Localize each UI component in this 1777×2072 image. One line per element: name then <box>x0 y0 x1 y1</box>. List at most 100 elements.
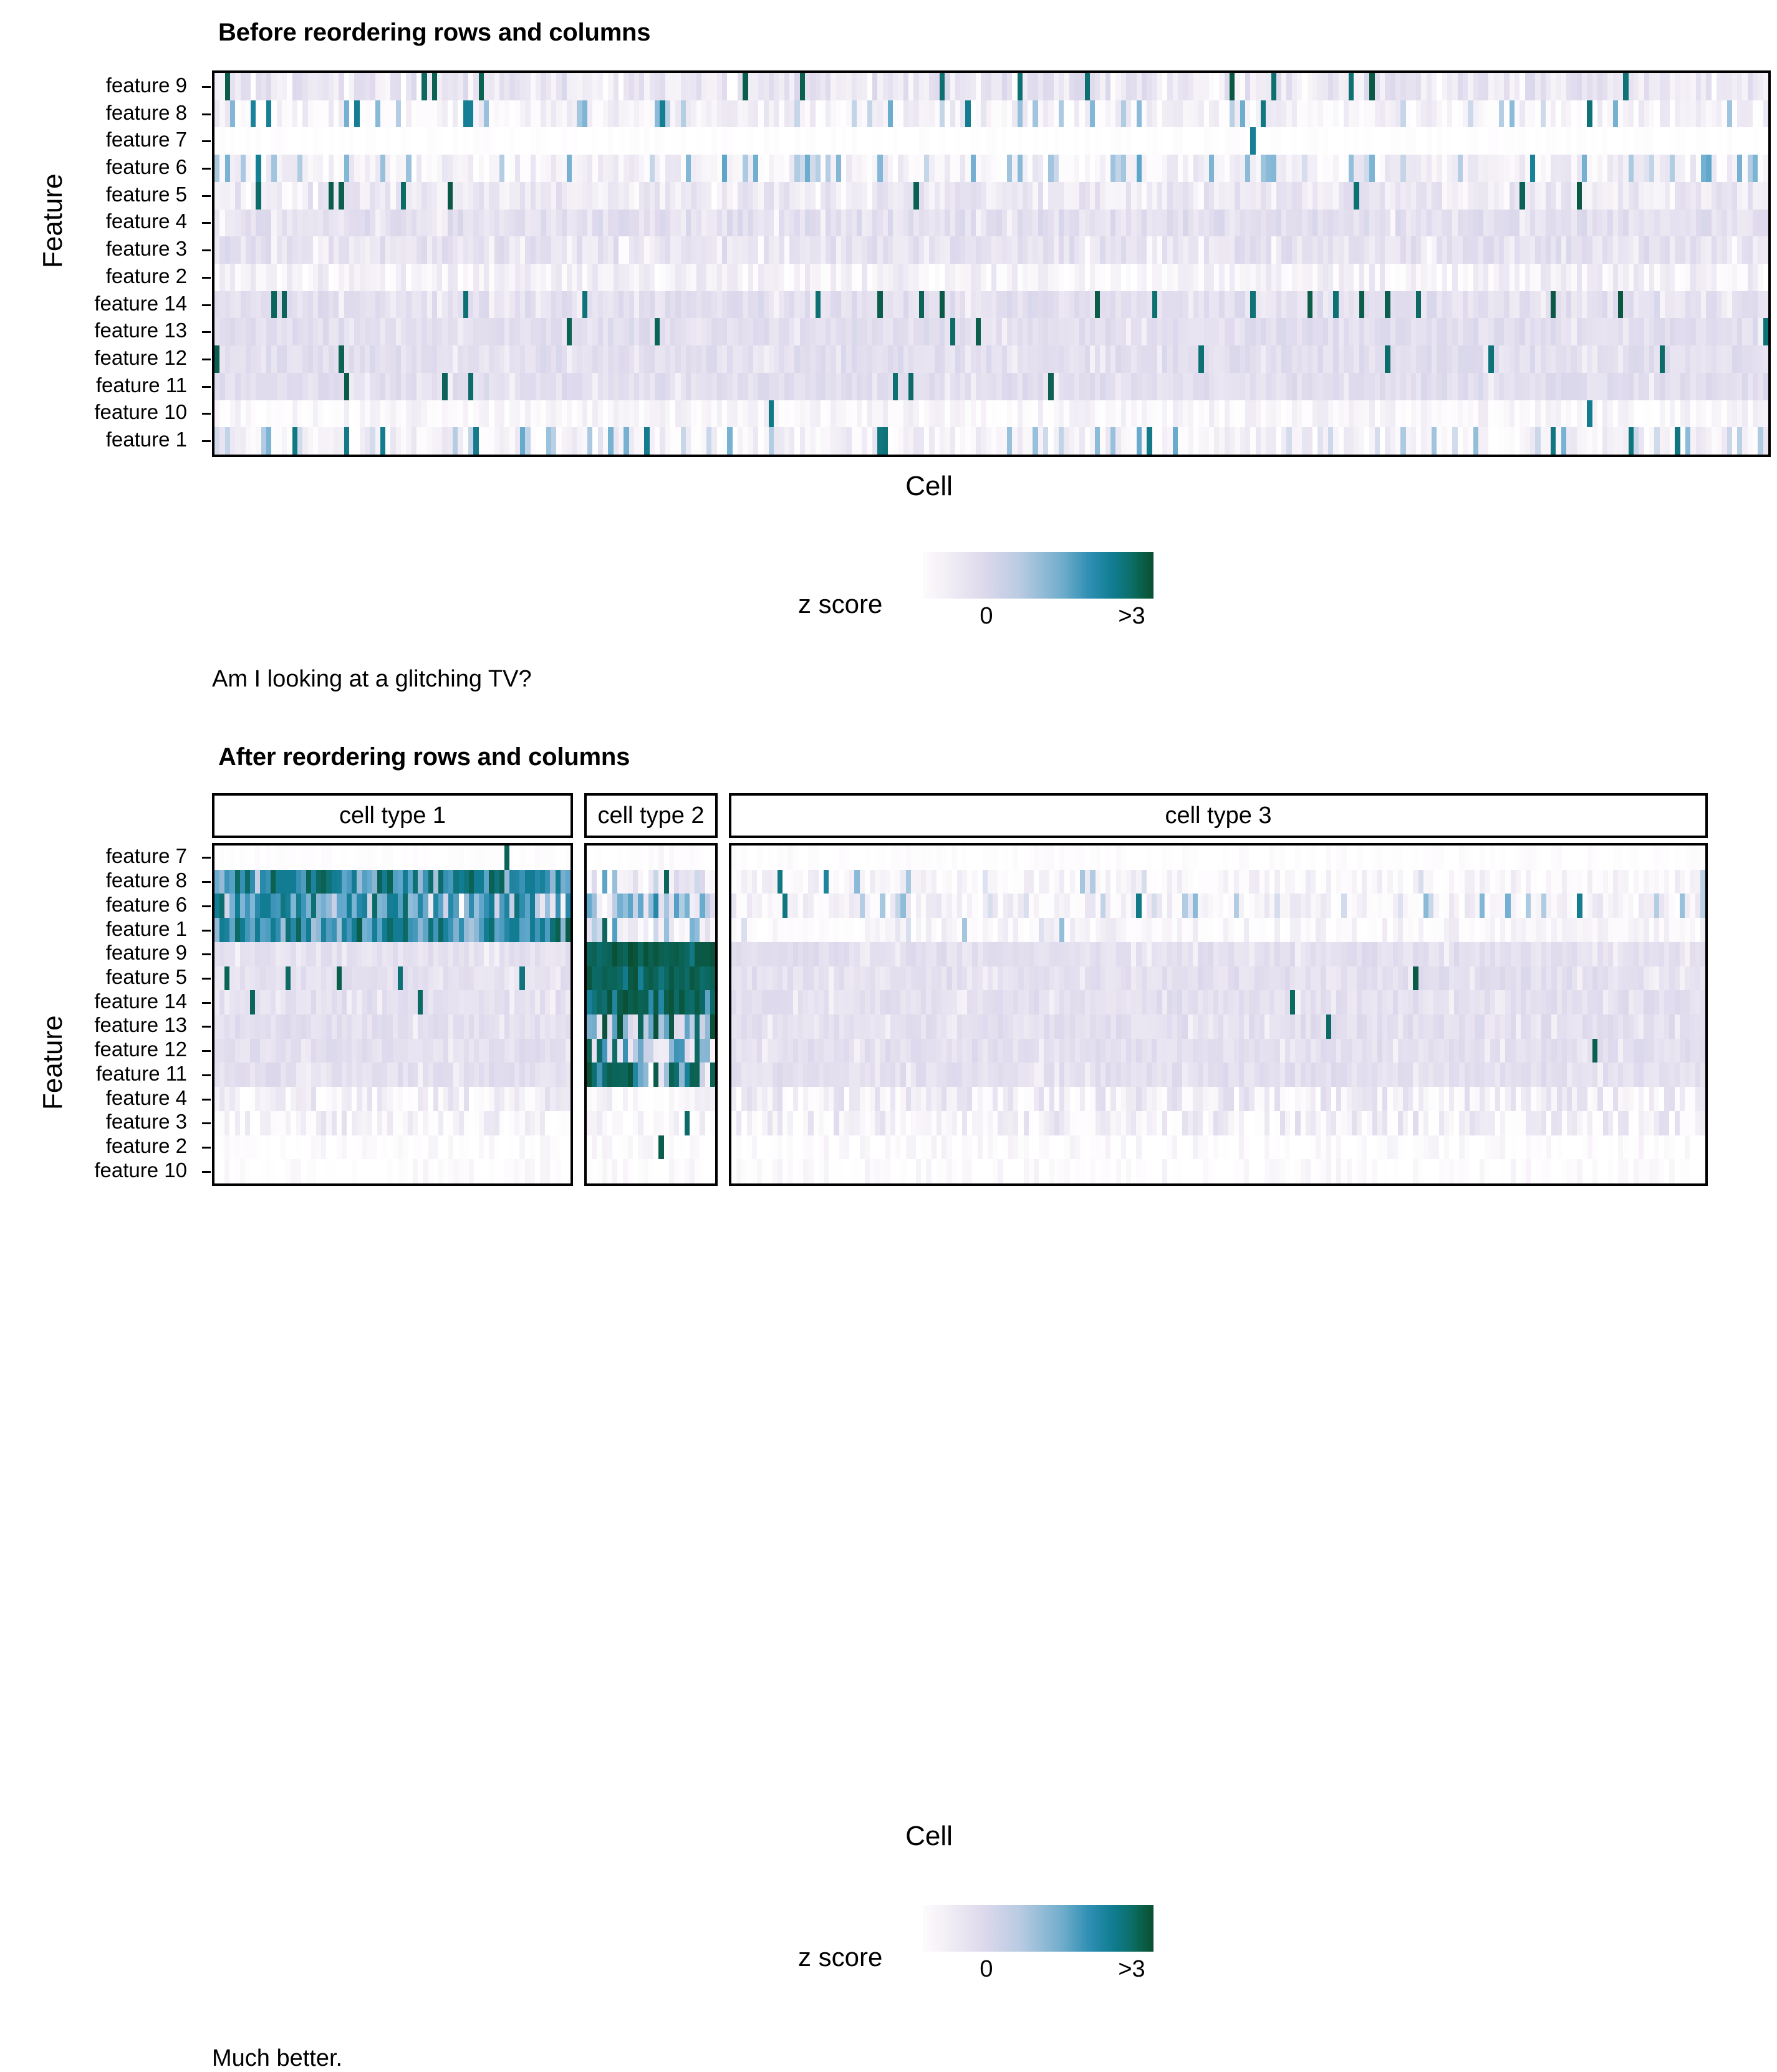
heatmap-cell <box>566 966 571 991</box>
heatmap-facet-1[interactable] <box>212 843 573 1186</box>
y-tick-mark <box>202 140 211 142</box>
y-tick-mark <box>202 304 211 306</box>
heatmap-row <box>214 291 1768 319</box>
y-tick-mark <box>202 222 211 224</box>
heatmap-cell <box>1763 373 1769 400</box>
facet-strip-1: cell type 1 <box>212 793 573 838</box>
heatmap-row <box>214 894 571 918</box>
legend-before: z score 0 >3 <box>798 539 1235 645</box>
y-tick-mark <box>202 413 211 415</box>
y-tick-mark <box>202 86 211 88</box>
y-tick-label: feature 10 <box>94 402 187 422</box>
heatmap-cell <box>1763 73 1769 100</box>
y-tick-mark <box>202 249 211 251</box>
y-tick-label: feature 9 <box>106 942 187 963</box>
heatmap-cell <box>1763 291 1769 319</box>
heatmap-cell <box>1763 100 1769 128</box>
heatmap-row <box>214 345 1768 373</box>
heatmap-cell <box>566 846 571 870</box>
heatmap-before[interactable] <box>212 70 1771 457</box>
heatmap-cell <box>566 990 571 1014</box>
y-tick-labels-after: feature 7feature 8feature 6feature 1feat… <box>0 736 206 1328</box>
y-tick-mark <box>202 1147 211 1149</box>
y-tick-mark <box>202 168 211 170</box>
heatmap-cell <box>1763 264 1769 291</box>
heatmap-row <box>214 210 1768 237</box>
heatmap-row <box>214 127 1768 155</box>
y-tick-label: feature 3 <box>106 238 187 259</box>
y-tick-label: feature 11 <box>96 1063 187 1084</box>
heatmap-row <box>214 1039 571 1063</box>
y-tick-label: feature 4 <box>106 1087 187 1108</box>
y-tick-mark <box>202 857 211 859</box>
y-tick-mark <box>202 359 211 360</box>
x-axis-title-before: Cell <box>836 471 1023 502</box>
heatmap-row <box>214 100 1768 128</box>
heatmap-cell <box>566 894 571 918</box>
heatmap-row <box>214 870 571 894</box>
y-tick-label: feature 2 <box>106 266 187 286</box>
facet-strip-2: cell type 2 <box>584 793 718 838</box>
y-tick-mark <box>202 440 211 442</box>
y-tick-label: feature 5 <box>106 184 187 205</box>
y-tick-label: feature 7 <box>106 129 187 150</box>
y-tick-label: feature 12 <box>94 1039 187 1059</box>
y-tick-mark <box>202 953 211 955</box>
heatmap-cell <box>1763 427 1769 455</box>
y-tick-label: feature 13 <box>94 1014 187 1035</box>
heatmap-row <box>214 182 1768 210</box>
y-tick-mark <box>202 930 211 932</box>
y-tick-mark <box>202 978 211 980</box>
y-tick-label: feature 14 <box>94 991 187 1011</box>
heatmap-cell <box>566 870 571 894</box>
y-tick-label: feature 8 <box>106 102 187 123</box>
heatmap-cell <box>1763 127 1769 155</box>
heatmap-cell <box>1763 210 1769 237</box>
y-tick-label: feature 10 <box>94 1160 187 1180</box>
y-tick-mark <box>202 277 211 279</box>
heatmap-row <box>214 236 1768 264</box>
heatmap-cell <box>1763 318 1769 345</box>
y-tick-label: feature 4 <box>106 211 187 231</box>
heatmap-cell <box>1763 345 1769 373</box>
heatmap-row <box>214 400 1768 428</box>
heatmap-row <box>214 318 1768 345</box>
y-tick-mark <box>202 1002 211 1004</box>
y-tick-label: feature 1 <box>106 918 187 939</box>
caption-before: Am I looking at a glitching TV? <box>212 666 532 693</box>
y-tick-mark <box>202 1050 211 1052</box>
y-tick-mark <box>202 386 211 388</box>
heatmap-row <box>214 942 571 966</box>
heatmap-cell <box>1763 400 1769 428</box>
legend-title-before: z score <box>798 589 882 619</box>
heatmap-row <box>214 918 571 942</box>
y-tick-labels-before: feature 9 feature 8 feature 7 feature 6 feat… <box>0 0 206 474</box>
y-tick-label: feature 12 <box>94 347 187 368</box>
y-tick-mark <box>202 1099 211 1101</box>
y-tick-label: feature 1 <box>106 429 187 450</box>
y-tick-mark <box>202 195 211 197</box>
y-tick-mark <box>202 1171 211 1173</box>
y-tick-label: feature 9 <box>106 75 187 95</box>
y-tick-label: feature 5 <box>106 966 187 987</box>
heatmap-cell <box>566 942 571 966</box>
heatmap-row <box>214 1014 571 1039</box>
y-tick-label: feature 6 <box>106 157 187 177</box>
y-tick-label: feature 6 <box>106 894 187 915</box>
legend-tick-low-before: 0 <box>974 603 999 630</box>
y-tick-label: feature 11 <box>96 375 187 395</box>
y-tick-mark <box>202 1074 211 1076</box>
heatmap-cell <box>1763 155 1769 182</box>
y-tick-mark <box>202 113 211 115</box>
y-tick-label: feature 13 <box>94 320 187 340</box>
legend-gradient-before <box>923 552 1153 599</box>
heatmap-cell <box>566 1014 571 1039</box>
y-tick-mark <box>202 905 211 907</box>
y-tick-mark <box>202 881 211 883</box>
y-tick-label: feature 14 <box>94 293 187 314</box>
heatmap-row <box>214 846 571 870</box>
heatmap-row <box>214 373 1768 400</box>
heatmap-row <box>214 427 1768 455</box>
panel-before: Before reordering rows and columns Featu… <box>0 0 1777 686</box>
heatmap-row <box>214 73 1768 100</box>
